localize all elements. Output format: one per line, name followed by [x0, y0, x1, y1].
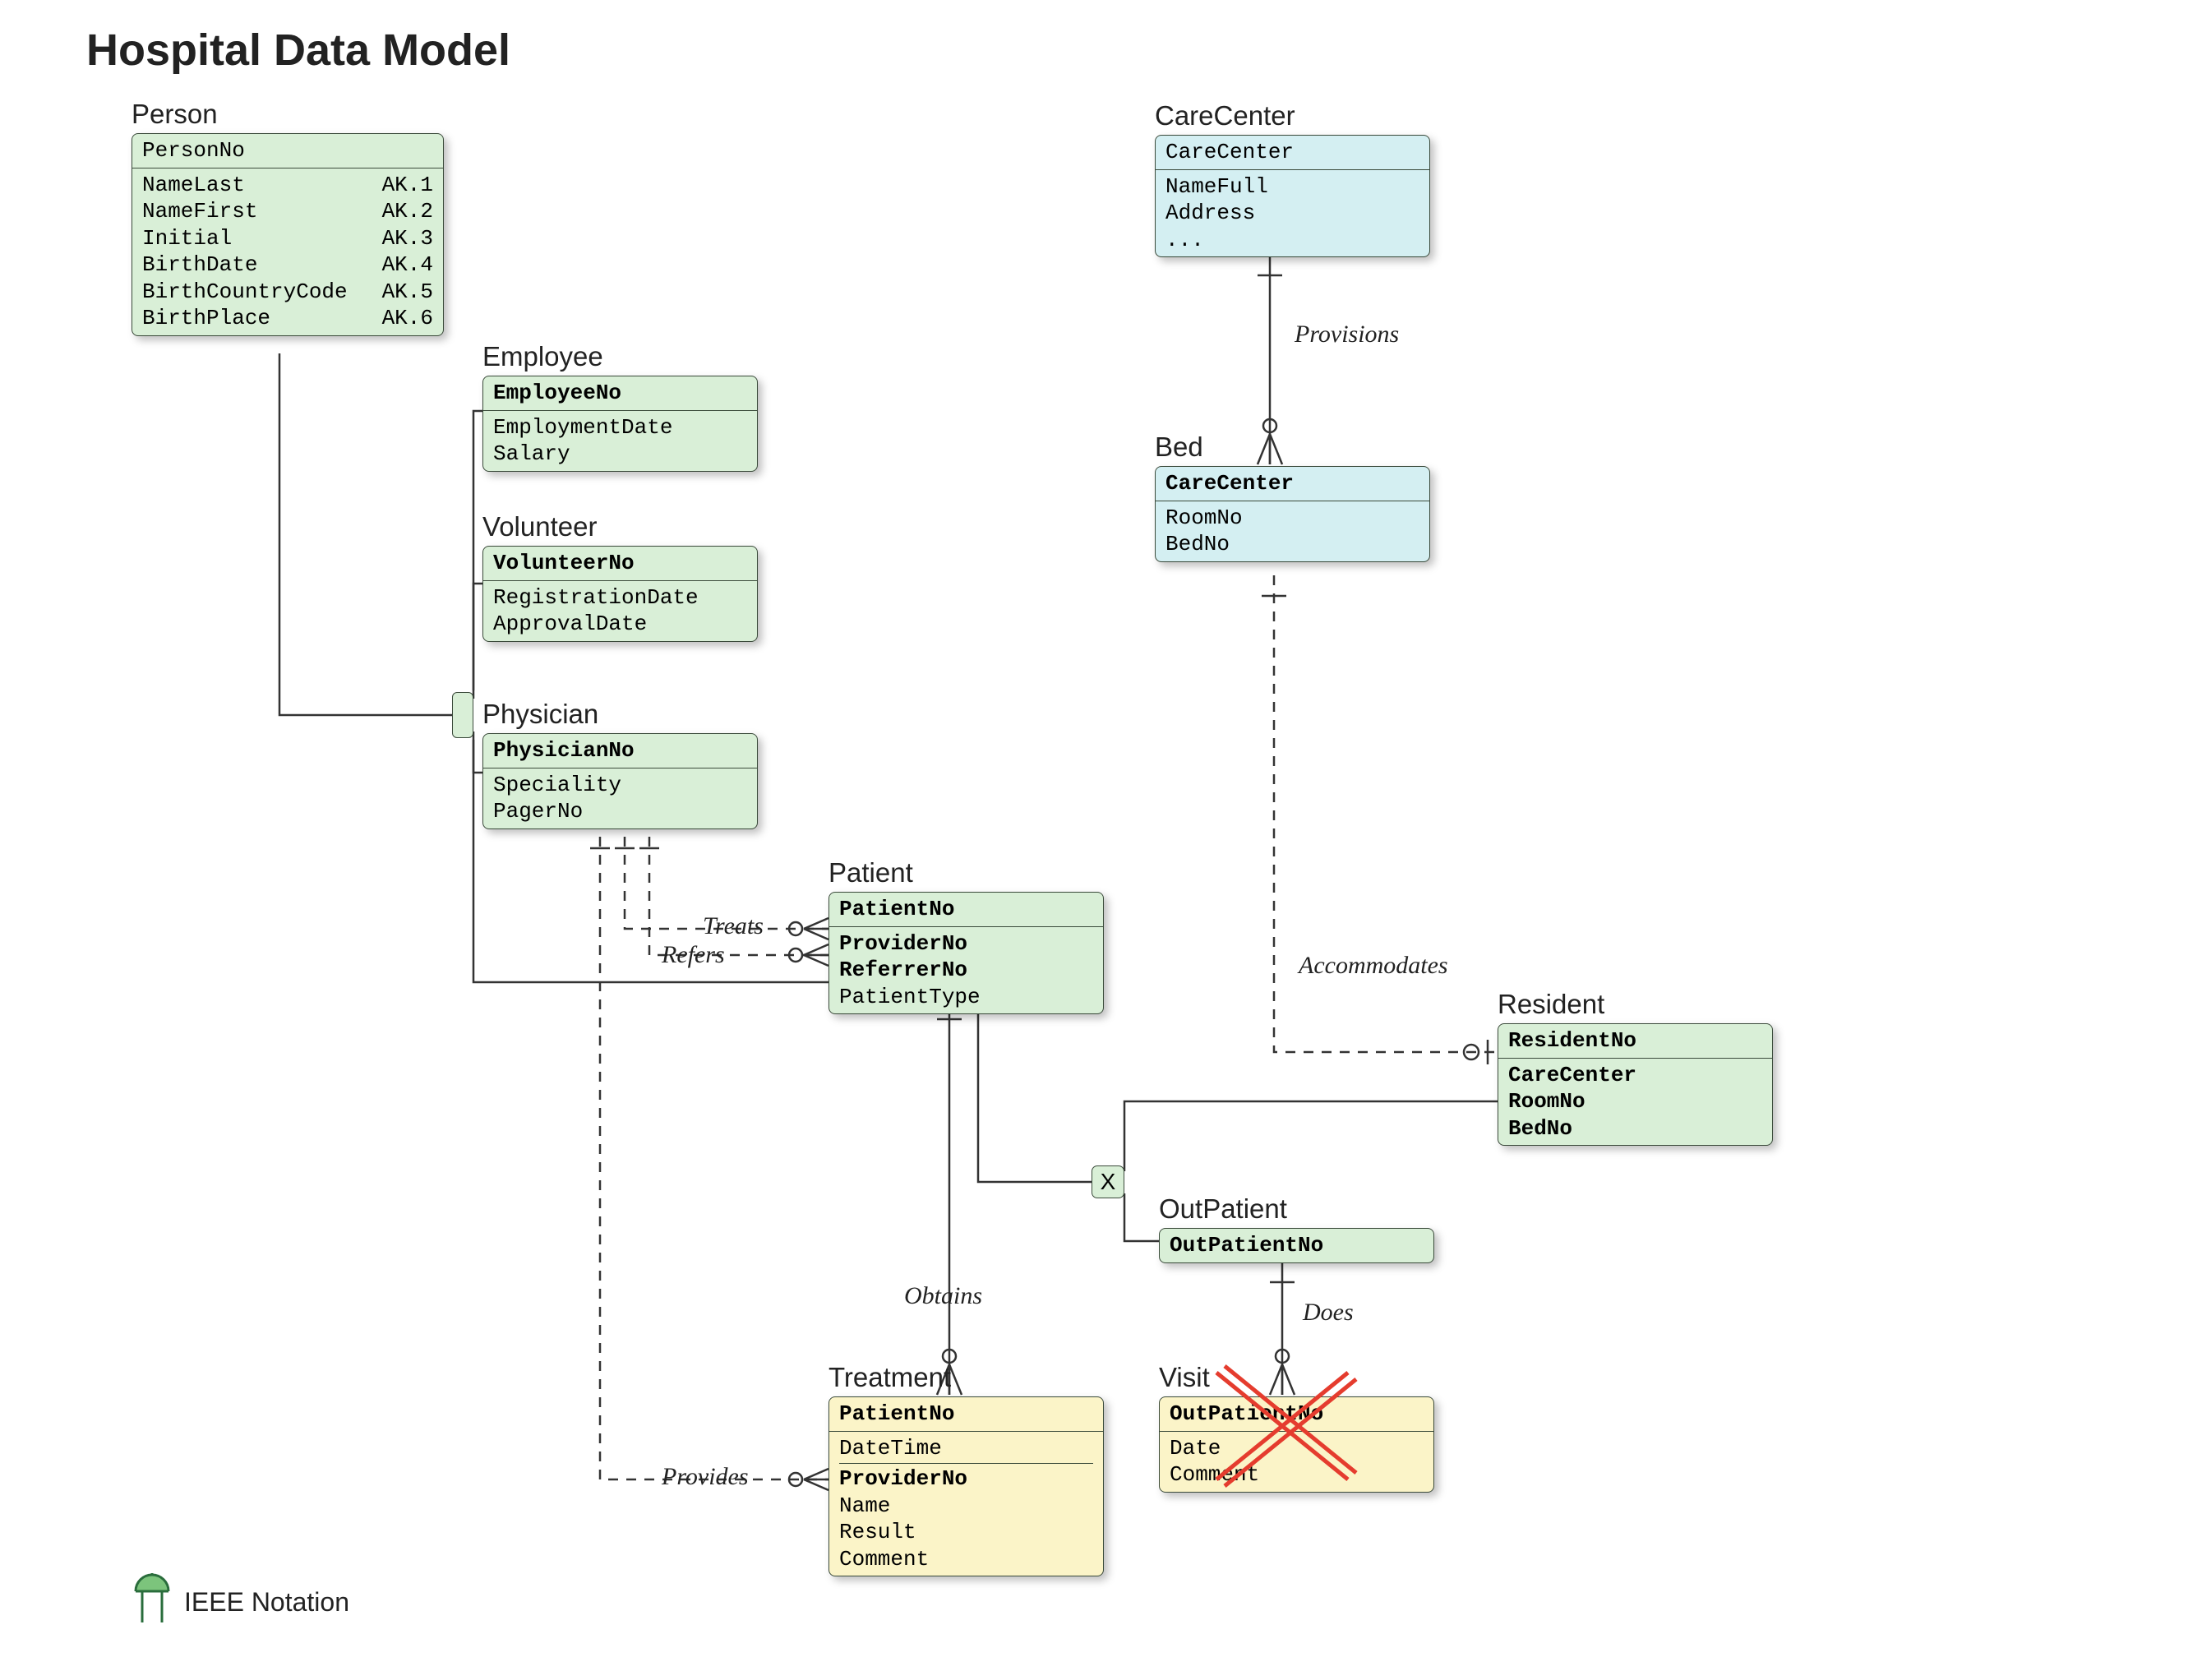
entity-physician-pk: PhysicianNo [483, 734, 757, 768]
entity-carecenter-label: CareCenter [1155, 100, 1430, 132]
entity-resident-label: Resident [1498, 989, 1773, 1020]
entity-patient-label: Patient [828, 857, 1104, 888]
entity-outpatient[interactable]: OutPatient OutPatientNo [1159, 1193, 1434, 1263]
entity-outpatient-pk: OutPatientNo [1160, 1229, 1433, 1262]
exclusive-junction: X [1092, 1165, 1124, 1198]
rel-accommodates: Accommodates [1299, 952, 1448, 980]
notation-legend: IEEE Notation [132, 1573, 349, 1631]
entity-bed[interactable]: Bed CareCenter RoomNo BedNo [1155, 432, 1430, 562]
entity-resident[interactable]: Resident ResidentNo CareCenter RoomNo Be… [1498, 989, 1773, 1146]
entity-physician-label: Physician [482, 699, 758, 730]
rel-obtains: Obtains [904, 1282, 982, 1310]
rel-does: Does [1303, 1299, 1354, 1327]
entity-physician[interactable]: Physician PhysicianNo Speciality PagerNo [482, 699, 758, 829]
subtype-junction [452, 692, 473, 738]
entity-resident-pk: ResidentNo [1498, 1024, 1772, 1059]
entity-bed-pk: CareCenter [1156, 467, 1429, 501]
ieee-notation-icon [132, 1573, 173, 1631]
entity-visit-label: Visit [1159, 1362, 1434, 1393]
entity-carecenter-pk: CareCenter [1156, 136, 1429, 170]
entity-outpatient-label: OutPatient [1159, 1193, 1434, 1225]
entity-visit[interactable]: Visit OutPatientNo Date Comment [1159, 1362, 1434, 1493]
entity-volunteer-pk: VolunteerNo [483, 547, 757, 581]
entity-treatment-pk: PatientNo [829, 1397, 1103, 1432]
entity-volunteer-label: Volunteer [482, 511, 758, 542]
entity-treatment-label: Treatment [828, 1362, 1104, 1393]
entity-patient-pk: PatientNo [829, 893, 1103, 927]
diagram-canvas: Hospital Data Model [16, 16, 2197, 1664]
entity-treatment[interactable]: Treatment PatientNo DateTime ProviderNo … [828, 1362, 1104, 1576]
entity-carecenter[interactable]: CareCenter CareCenter NameFull Address .… [1155, 100, 1430, 257]
diagram-title: Hospital Data Model [86, 25, 510, 76]
entity-person[interactable]: Person PersonNo NameLastAK.1 NameFirstAK… [132, 99, 444, 336]
entity-employee[interactable]: Employee EmployeeNo EmploymentDate Salar… [482, 341, 758, 472]
rel-provides: Provides [662, 1463, 749, 1491]
entity-person-pk: PersonNo [132, 134, 443, 168]
entity-patient[interactable]: Patient PatientNo ProviderNo ReferrerNo … [828, 857, 1104, 1014]
entity-volunteer[interactable]: Volunteer VolunteerNo RegistrationDate A… [482, 511, 758, 642]
entity-person-label: Person [132, 99, 444, 130]
rel-provisions: Provisions [1295, 321, 1399, 348]
rel-treats: Treats [703, 912, 764, 940]
entity-employee-label: Employee [482, 341, 758, 372]
entity-bed-label: Bed [1155, 432, 1430, 463]
entity-employee-pk: EmployeeNo [483, 376, 757, 411]
entity-visit-pk: OutPatientNo [1160, 1397, 1433, 1432]
notation-text: IEEE Notation [184, 1587, 349, 1618]
rel-refers: Refers [662, 941, 725, 969]
